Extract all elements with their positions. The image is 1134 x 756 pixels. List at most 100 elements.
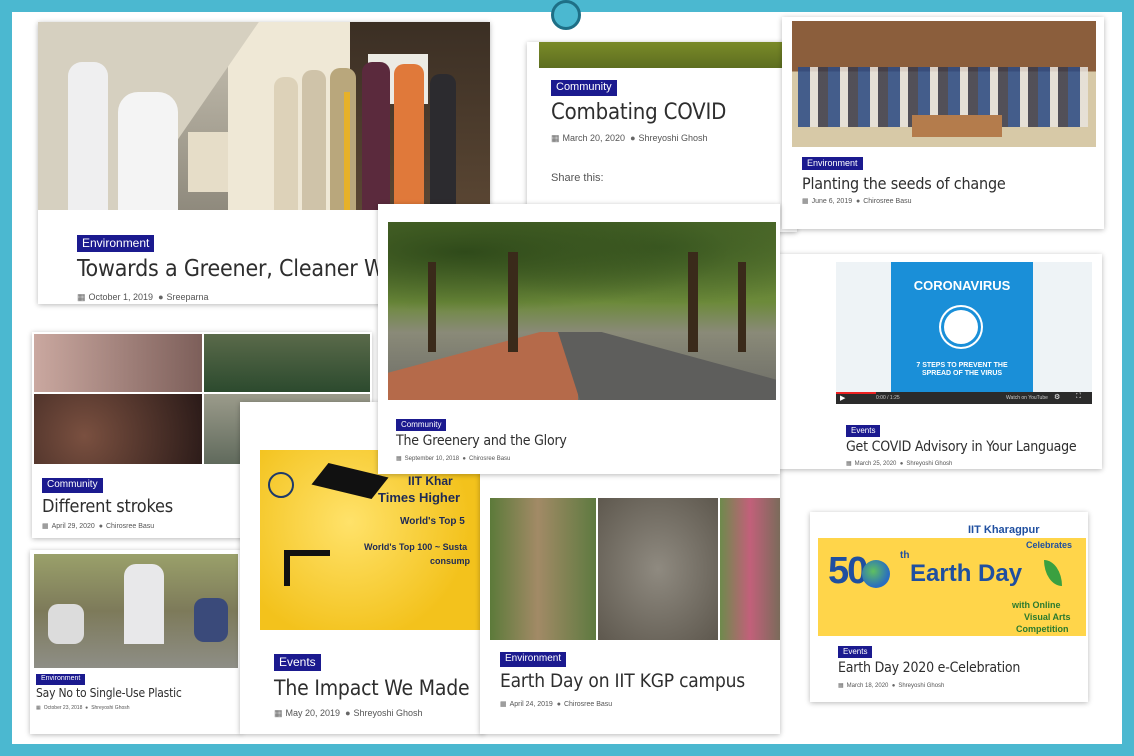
post-date: March 20, 2020 — [562, 133, 626, 143]
post-image — [34, 334, 202, 392]
calendar-icon: ▦ — [846, 461, 852, 467]
post-meta: ▦ March 25, 2020 ● Shreyoshi Ghosh — [846, 460, 952, 467]
settings-icon[interactable]: ⚙ — [1054, 393, 1060, 401]
video-channel[interactable]: Watch on YouTube — [1006, 395, 1048, 401]
post-image — [539, 42, 797, 68]
play-icon[interactable]: ▶ — [840, 394, 845, 402]
video-controls[interactable]: ▶ 0:00 / 1:25 Watch on YouTube ⚙ ⛶ — [836, 392, 1092, 404]
post-meta: ▦ October 1, 2019 ● Sreeparna — [77, 292, 209, 303]
calendar-icon: ▦ — [42, 523, 49, 530]
post-image: IIT Khar Times Higher World's Top 5 Worl… — [260, 450, 484, 630]
poster-sub: with Online — [1012, 600, 1061, 610]
category-badge[interactable]: Environment — [36, 674, 86, 685]
post-image: IIT Kharagpur Celebrates 50 th Earth Day… — [818, 524, 1086, 636]
post-meta: ▦ March 18, 2020 ● Shreyoshi Ghosh — [838, 682, 944, 689]
poster-line: IIT Kharagpur — [968, 524, 1040, 536]
calendar-icon: ▦ — [802, 198, 809, 205]
poster-line: Celebrates — [1026, 540, 1073, 550]
post-date: September 10, 2018 — [404, 456, 460, 462]
post-meta: ▦ June 6, 2019 ● Chirosree Basu — [802, 197, 911, 205]
category-badge[interactable]: Community — [396, 419, 447, 431]
poster-main: Earth Day — [910, 560, 1023, 587]
post-card-earth-day-2020[interactable]: IIT Kharagpur Celebrates 50 th Earth Day… — [810, 512, 1088, 702]
post-title[interactable]: Get COVID Advisory in Your Language — [846, 439, 1077, 455]
post-date: April 24, 2019 — [509, 701, 553, 708]
post-author[interactable]: Sreeparna — [167, 292, 209, 302]
user-icon: ● — [630, 133, 636, 143]
iit-logo-icon — [268, 472, 294, 498]
post-title[interactable]: The Impact We Made — [274, 676, 470, 700]
post-title[interactable]: Earth Day on IIT KGP campus — [500, 670, 745, 692]
poster-ordinal: th — [900, 550, 910, 561]
user-icon: ● — [98, 523, 103, 530]
category-badge[interactable]: Events — [838, 646, 873, 658]
post-author[interactable]: Shreyoshi Ghosh — [91, 705, 129, 711]
post-meta: ▦ April 29, 2020 ● Chirosree Basu — [42, 522, 154, 530]
post-author[interactable]: Chirosree Basu — [106, 523, 154, 530]
post-title[interactable]: Planting the seeds of change — [802, 174, 1006, 193]
poster-line: consump — [430, 556, 471, 566]
post-author[interactable]: Chirosree Basu — [469, 456, 510, 462]
post-date: May 20, 2019 — [285, 708, 341, 718]
category-badge[interactable]: Environment — [77, 235, 155, 252]
post-author[interactable]: Chirosree Basu — [863, 198, 911, 205]
poster-line: IIT Khar — [408, 474, 453, 488]
post-card-earth-day-campus[interactable]: Environment Earth Day on IIT KGP campus … — [480, 472, 780, 734]
category-badge[interactable]: Environment — [500, 652, 567, 667]
post-date: June 6, 2019 — [811, 198, 853, 205]
user-icon: ● — [856, 198, 861, 205]
poster-line: Times Higher — [378, 490, 461, 505]
fullscreen-icon[interactable]: ⛶ — [1076, 393, 1081, 401]
post-meta: ▦ May 20, 2019 ● Shreyoshi Ghosh — [274, 708, 423, 719]
post-title[interactable]: Towards a Greener, Cleaner World — [77, 256, 422, 282]
post-image — [792, 21, 1096, 147]
post-title[interactable]: The Greenery and the Glory — [396, 433, 567, 449]
post-date: April 29, 2020 — [51, 523, 95, 530]
virus-icon — [944, 310, 978, 344]
poster-sub: Visual Arts — [1024, 612, 1071, 622]
post-meta: ▦ March 20, 2020 ● Shreyoshi Ghosh — [551, 133, 708, 144]
post-author[interactable]: Shreyoshi Ghosh — [906, 461, 952, 467]
category-badge[interactable]: Events — [846, 425, 881, 437]
post-meta: ▦ October 23, 2018 ● Shreyoshi Ghosh — [36, 705, 130, 711]
calendar-icon: ▦ — [77, 292, 86, 302]
poster-line: World's Top 5 — [400, 516, 465, 527]
video-subheading: 7 STEPS TO PREVENT THE SPREAD OF THE VIR… — [916, 362, 1008, 378]
video-player[interactable]: CORONAVIRUS 7 STEPS TO PREVENT THE SPREA… — [836, 262, 1092, 404]
post-date: March 25, 2020 — [854, 461, 897, 467]
user-icon: ● — [85, 705, 89, 711]
user-icon: ● — [345, 708, 351, 718]
post-card-greenery-glory[interactable]: Community The Greenery and the Glory ▦ Se… — [378, 204, 780, 474]
post-card-covid-advisory[interactable]: CORONAVIRUS 7 STEPS TO PREVENT THE SPREA… — [776, 254, 1102, 469]
post-date: March 18, 2020 — [846, 683, 889, 689]
leaf-icon — [1044, 560, 1062, 586]
category-badge[interactable]: Events — [274, 654, 321, 671]
post-date: October 23, 2018 — [43, 705, 83, 711]
post-title[interactable]: Say No to Single-Use Plastic — [36, 686, 182, 700]
category-badge[interactable]: Environment — [802, 157, 863, 171]
post-image — [34, 554, 238, 668]
category-badge[interactable]: Community — [551, 80, 617, 96]
post-author[interactable]: Chirosree Basu — [564, 701, 612, 708]
post-title[interactable]: Earth Day 2020 e-Celebration — [838, 660, 1020, 676]
calendar-icon: ▦ — [396, 456, 402, 462]
post-author[interactable]: Shreyoshi Ghosh — [639, 133, 708, 143]
post-card-planting-seeds[interactable]: Environment Planting the seeds of change… — [782, 17, 1104, 229]
post-author[interactable]: Shreyoshi Ghosh — [898, 683, 944, 689]
user-icon: ● — [891, 683, 896, 689]
pushpin-icon — [551, 0, 581, 30]
post-card-single-use-plastic[interactable]: Environment Say No to Single-Use Plastic… — [30, 550, 242, 734]
poster-sub: Competition — [1016, 624, 1069, 634]
post-meta: ▦ April 24, 2019 ● Chirosree Basu — [500, 700, 612, 708]
post-author[interactable]: Shreyoshi Ghosh — [354, 708, 423, 718]
poster-number: 50 — [828, 550, 868, 592]
calendar-icon: ▦ — [274, 708, 283, 718]
post-image — [204, 334, 370, 392]
share-label: Share this: — [551, 172, 604, 184]
post-title[interactable]: Combating COVID — [551, 100, 726, 125]
post-title[interactable]: Different strokes — [42, 496, 173, 517]
category-badge[interactable]: Community — [42, 478, 103, 493]
user-icon: ● — [462, 456, 467, 462]
user-icon: ● — [556, 701, 561, 708]
user-icon: ● — [899, 461, 904, 467]
